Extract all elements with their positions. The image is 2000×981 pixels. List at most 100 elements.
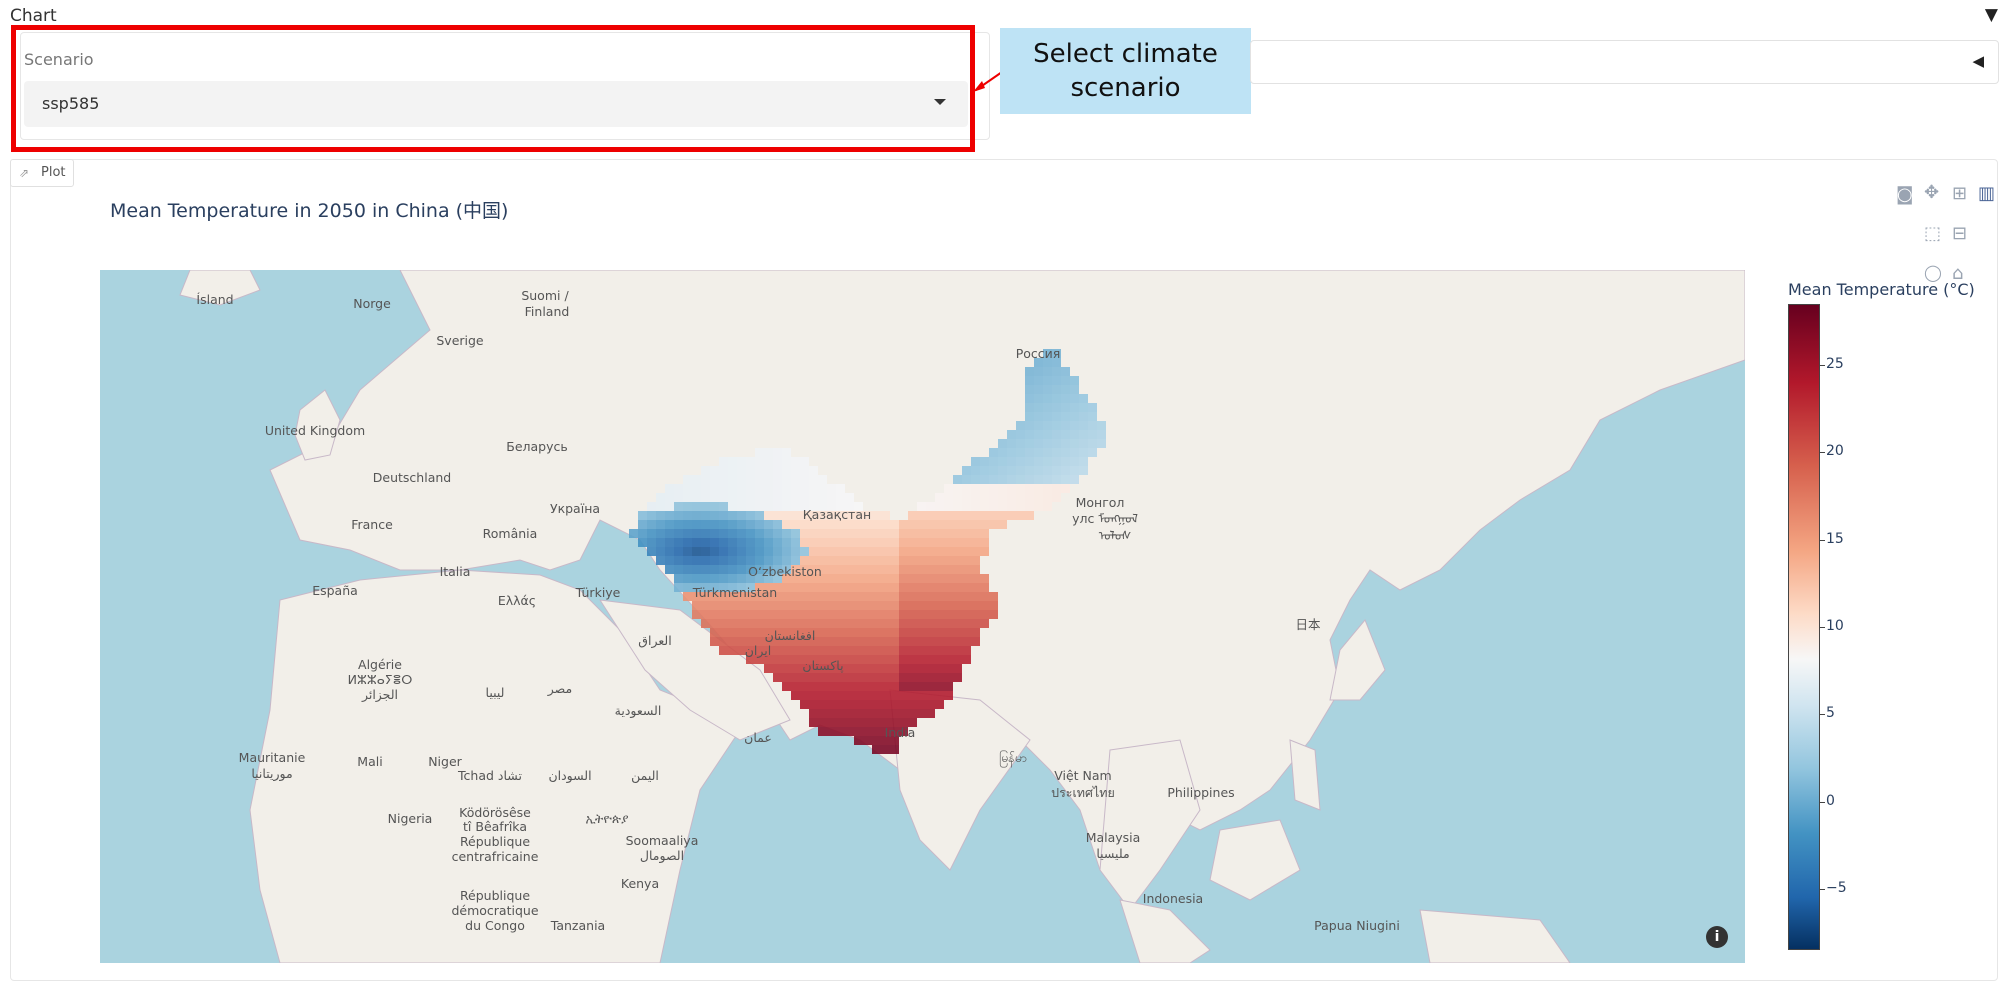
map-label: Україна [550,501,600,516]
map-plot[interactable]: Ísland Norge Suomi / Finland Sverige Россия Un… [100,270,1745,963]
heatmap-cell [773,466,782,475]
heatmap-cell [998,520,1007,529]
scenario-highlight-box [11,25,975,152]
heatmap-cell [764,475,773,484]
heatmap-cell [701,484,710,493]
heatmap-cell [1052,403,1061,412]
heatmap-cell [953,583,962,592]
heatmap-cell [737,565,746,574]
heatmap-cell [953,601,962,610]
heatmap-cell [719,529,728,538]
heatmap-cell [944,502,953,511]
heatmap-cell [881,745,890,754]
heatmap-cell [944,565,953,574]
heatmap-cell [989,484,998,493]
heatmap-cell [692,529,701,538]
heatmap-cell [953,475,962,484]
heatmap-cell [989,511,998,520]
heatmap-cell [944,583,953,592]
heatmap-cell [926,574,935,583]
triangle-down-icon[interactable]: ▼ [1985,5,1998,25]
heatmap-cell [944,511,953,520]
map-label: ኢትዮጵያ [585,811,629,826]
heatmap-cell [1043,367,1052,376]
heatmap-cell [890,592,899,601]
map-label: Niger [428,754,462,769]
heatmap-cell [854,628,863,637]
heatmap-cell [1016,493,1025,502]
map-label: India [885,725,916,740]
zoom-out-icon[interactable]: ⊟ [1952,223,1967,244]
heatmap-cell [836,610,845,619]
heatmap-cell [872,574,881,583]
heatmap-cell [782,682,791,691]
heatmap-cell [809,529,818,538]
heatmap-cell [1070,475,1079,484]
heatmap-cell [953,502,962,511]
collapsed-side-panel[interactable]: ◀ [1250,40,1999,84]
heatmap-cell [701,502,710,511]
heatmap-cell [1061,457,1070,466]
heatmap-cell [935,511,944,520]
heatmap-cell [791,655,800,664]
heatmap-cell [791,493,800,502]
map-label: Malaysia [1086,830,1141,845]
heatmap-cell [647,502,656,511]
map-label: Indonesia [1143,891,1203,906]
heatmap-cell [1052,448,1061,457]
map-label: Papua Niugini [1314,918,1400,933]
heatmap-cell [728,511,737,520]
heatmap-cell [899,673,908,682]
heatmap-cell [1007,475,1016,484]
heatmap-cell [953,520,962,529]
heatmap-cell [1025,502,1034,511]
pan-icon[interactable]: ✥ [1924,182,1939,203]
colorbar-tick-label: 20 [1826,443,1844,460]
heatmap-cell [1070,430,1079,439]
heatmap-cell [845,655,854,664]
heatmap-cell [890,538,899,547]
heatmap-cell [935,610,944,619]
heatmap-cell [1043,493,1052,502]
heatmap-cell [746,475,755,484]
heatmap-cell [827,628,836,637]
triangle-left-icon[interactable]: ◀ [1972,52,1984,70]
heatmap-cell [818,529,827,538]
heatmap-cell [1025,466,1034,475]
map-label: Suomi / [521,288,569,303]
heatmap-cell [998,466,1007,475]
zoom-in-icon[interactable]: ⊞ [1952,183,1967,204]
heatmap-cell [755,502,764,511]
colorbar-tick-mark [1820,888,1825,890]
box-select-icon[interactable]: ⬚ [1924,223,1941,244]
heatmap-cell [737,457,746,466]
heatmap-cell [791,664,800,673]
heatmap-cell [773,502,782,511]
heatmap-cell [665,502,674,511]
heatmap-cell [1034,466,1043,475]
bar-chart-icon[interactable]: ▥ [1978,183,1995,204]
heatmap-cell [953,511,962,520]
camera-icon[interactable]: ◙ [1896,184,1913,205]
heatmap-cell [764,664,773,673]
heatmap-cell [791,682,800,691]
info-icon[interactable]: i [1706,926,1728,948]
heatmap-cell [791,484,800,493]
heatmap-cell [746,529,755,538]
heatmap-cell [701,547,710,556]
heatmap-cell [710,511,719,520]
heatmap-cell [863,700,872,709]
chart-title: Mean Temperature in 2050 in China (中国) [110,200,509,222]
tab-plot[interactable]: ⇗ Plot [10,159,74,187]
heatmap-cell [683,502,692,511]
heatmap-cell [1097,421,1106,430]
heatmap-cell [809,673,818,682]
heatmap-cell [971,466,980,475]
heatmap-cell [1070,421,1079,430]
land-japan [1329,619,1386,701]
heatmap-cell [863,601,872,610]
heatmap-cell [710,520,719,529]
heatmap-cell [863,709,872,718]
heatmap-cell [944,673,953,682]
heatmap-cell [1043,403,1052,412]
